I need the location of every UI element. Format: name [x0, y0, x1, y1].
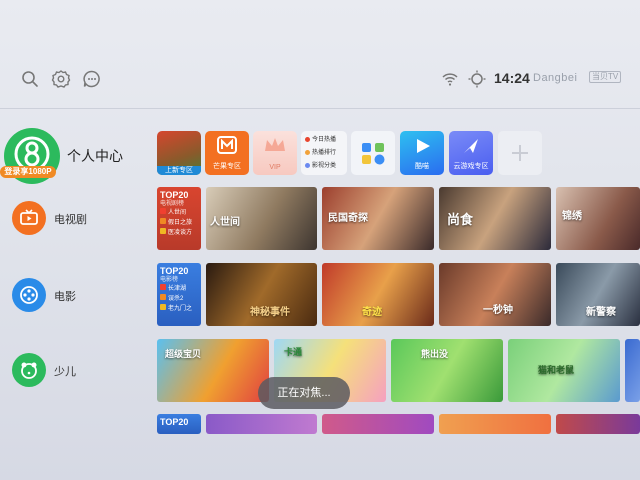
- poster-card[interactable]: 奇迹: [322, 263, 434, 326]
- poster-card[interactable]: 熊出没: [391, 339, 503, 402]
- mango-logo-icon: [217, 136, 237, 154]
- poster-title: 民国奇探: [328, 213, 368, 224]
- tv-icon: [12, 201, 46, 235]
- flame-icon: [305, 136, 310, 142]
- app-label: 上新专区: [157, 166, 201, 175]
- top20-title: TOP20: [160, 266, 189, 276]
- app-hot-lists[interactable]: 今日热播 热播排行 影视分类: [301, 131, 347, 175]
- top20-title: TOP20: [160, 417, 189, 427]
- brightness-icon: [467, 69, 487, 89]
- brand-tag: 当贝TV: [589, 71, 622, 83]
- poster-title: 超级宝贝: [165, 349, 202, 359]
- news-item: 影视分类: [305, 160, 343, 173]
- app-label: 云游戏专区: [453, 163, 489, 170]
- poster-title: 新警察: [586, 307, 616, 318]
- poster-card[interactable]: [322, 414, 434, 434]
- poster-card[interactable]: 新警察: [556, 263, 640, 326]
- app-label: 酷喵: [415, 163, 429, 170]
- plus-icon: [512, 145, 528, 161]
- poster-title: 尚食: [447, 212, 474, 227]
- rank-3-badge: [160, 228, 166, 234]
- app-kumiao[interactable]: 酷喵: [400, 131, 444, 175]
- app-mango[interactable]: 芒果专区: [205, 131, 249, 175]
- poster-card[interactable]: 锦绣: [556, 187, 640, 250]
- rank-2-badge: [160, 218, 166, 224]
- add-app-button[interactable]: [498, 131, 542, 175]
- rank-3-badge: [160, 304, 166, 310]
- poster-card[interactable]: [206, 414, 317, 434]
- rank-2-badge: [160, 294, 166, 300]
- sidebar-item-tv[interactable]: 电视剧: [12, 201, 132, 241]
- top20-item: 误杀2: [160, 294, 198, 304]
- poster-title: 熊出没: [421, 349, 449, 359]
- top20-item: 老九门之: [160, 304, 198, 314]
- top20-partial-chart[interactable]: TOP20: [157, 414, 201, 434]
- rank-1-badge: [160, 208, 166, 214]
- brand-logo: Dangbei: [533, 72, 578, 84]
- poster-card[interactable]: 一秒钟: [439, 263, 551, 326]
- chart-icon: [305, 149, 310, 155]
- poster-card[interactable]: 超级宝贝: [157, 339, 269, 402]
- poster-title: 奇迹: [362, 307, 382, 318]
- clock: 14:24: [494, 70, 530, 86]
- search-icon[interactable]: [20, 69, 40, 89]
- poster-title: 神秘事件: [250, 307, 290, 318]
- app-cloud-game[interactable]: 云游戏专区: [449, 131, 493, 175]
- poster-card[interactable]: 猫和老鼠: [508, 339, 620, 402]
- poster-card[interactable]: [439, 414, 551, 434]
- app-shortcuts[interactable]: [351, 131, 395, 175]
- sidebar-item-kids[interactable]: 少儿: [12, 353, 132, 393]
- crown-icon: [265, 138, 285, 151]
- bear-icon: [12, 353, 46, 387]
- wifi-icon: [440, 69, 460, 89]
- top20-movie-chart[interactable]: TOP20 电影榜 长津湖 误杀2 老九门之: [157, 263, 201, 326]
- app-label: VIP: [269, 164, 281, 171]
- poster-card[interactable]: 人世间: [206, 187, 317, 250]
- app-vip[interactable]: VIP: [253, 131, 297, 175]
- app-label: 芒果专区: [213, 163, 241, 170]
- poster-card[interactable]: [556, 414, 640, 434]
- settings-gear-icon[interactable]: [51, 69, 71, 89]
- login-badge[interactable]: 登录享1080P: [0, 166, 56, 178]
- top20-item: 医凌谈方: [160, 228, 198, 238]
- top20-item: 人世间: [160, 208, 198, 218]
- sidebar-item-label: 少儿: [54, 366, 76, 378]
- top20-subtitle: 电视剧榜: [160, 201, 185, 207]
- poster-title: 人世间: [210, 217, 240, 228]
- rank-1-badge: [160, 284, 166, 290]
- poster-title: 锦绣: [562, 211, 582, 222]
- poster-card[interactable]: 民国奇探: [322, 187, 434, 250]
- arrow-icon: [464, 139, 478, 153]
- top-bar: 14:24 Dangbei 当贝TV: [0, 60, 640, 98]
- news-item: 今日热播: [305, 134, 343, 147]
- message-icon[interactable]: [82, 69, 102, 89]
- news-item: 热播排行: [305, 147, 343, 160]
- sidebar-item-label: 电影: [54, 291, 76, 303]
- top20-item: 假日之旅: [160, 218, 198, 228]
- poster-card[interactable]: 尚食: [439, 187, 551, 250]
- poster-title: 一秒钟: [483, 305, 513, 316]
- app-new-releases[interactable]: 上新专区: [157, 131, 201, 175]
- grid-icon: [305, 162, 310, 168]
- poster-card[interactable]: 神秘事件: [206, 263, 317, 326]
- profile-title[interactable]: 个人中心: [67, 146, 123, 166]
- play-icon: [417, 139, 430, 153]
- sidebar-item-label: 电视剧: [54, 214, 87, 226]
- apps-grid-icon: [362, 143, 385, 165]
- top20-title: TOP20: [160, 190, 189, 200]
- focusing-toast: 正在对焦...: [258, 377, 350, 409]
- top20-item: 长津湖: [160, 284, 198, 294]
- poster-title: 卡通: [284, 347, 303, 357]
- header-divider: [0, 108, 640, 109]
- sidebar-item-movie[interactable]: 电影: [12, 278, 132, 318]
- top20-subtitle: 电影榜: [160, 277, 179, 283]
- poster-title: 猫和老鼠: [538, 365, 575, 375]
- poster-card[interactable]: [625, 339, 640, 402]
- top20-tv-chart[interactable]: TOP20 电视剧榜 人世间 假日之旅 医凌谈方: [157, 187, 201, 250]
- film-reel-icon: [12, 278, 46, 312]
